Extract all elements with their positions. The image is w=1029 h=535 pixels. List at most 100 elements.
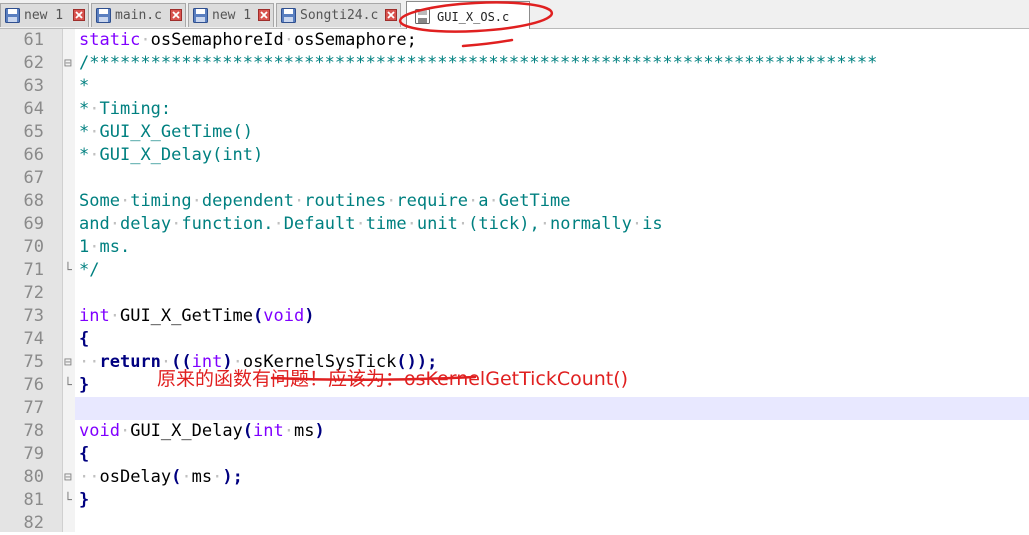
floppy-disk-icon <box>96 8 111 23</box>
comment-word: ms. <box>99 237 131 257</box>
param-type: int <box>253 421 284 441</box>
comment-word: (tick), <box>468 214 540 234</box>
param-name: ms <box>294 421 315 441</box>
tab-label: Songti24.c <box>300 8 379 23</box>
tab-label: GUI_X_OS.c <box>437 10 510 24</box>
floppy-disk-icon <box>193 8 208 23</box>
close-icon[interactable] <box>170 9 182 21</box>
line-number: 75 <box>23 352 44 372</box>
keyword: static <box>79 30 141 50</box>
line-number: 62 <box>23 53 44 73</box>
line-number: 69 <box>23 214 44 234</box>
line-number: 67 <box>23 168 44 188</box>
comment-word: GetTime <box>498 191 571 211</box>
close-icon[interactable] <box>73 9 85 21</box>
comment-word: a <box>478 191 489 211</box>
code-line-76: } <box>79 375 90 395</box>
comment-word: function. <box>181 214 274 234</box>
tab-main-c[interactable]: main.c <box>91 3 186 27</box>
comment-text: GUI_X_GetTime() <box>99 122 254 142</box>
line-number: 73 <box>23 306 44 326</box>
line-number: 81 <box>23 490 44 510</box>
comment-word: and <box>79 214 110 234</box>
comment-word: unit <box>416 214 458 234</box>
line-number: 63 <box>23 76 44 96</box>
line-number: 72 <box>23 283 44 303</box>
code-line-79: { <box>79 444 90 464</box>
code-line-71: */ <box>79 260 100 280</box>
comment-word: delay <box>119 214 172 234</box>
tab-songti24-c[interactable]: Songti24.c <box>276 3 401 27</box>
code-line-64: *·Timing: <box>79 99 172 119</box>
comment-word: Default <box>283 214 356 234</box>
argument: ms <box>191 467 213 487</box>
identifier: osSemaphore; <box>293 30 417 50</box>
current-line-highlight <box>75 397 1029 420</box>
comment-word: timing <box>130 191 192 211</box>
annotation-note: 原来的函数有问题！应该为：osKernelGetTickCount() <box>157 368 629 390</box>
comment-text: Timing: <box>99 99 172 119</box>
tab-label: new 1 <box>24 8 64 23</box>
comment-word: dependent <box>201 191 294 211</box>
tab-label: new 1 <box>212 8 252 23</box>
fold-end-icon: └ <box>64 263 72 278</box>
floppy-disk-icon <box>5 8 20 23</box>
line-number: 61 <box>23 30 44 50</box>
line-number: 77 <box>23 398 44 418</box>
function-name: GUI_X_GetTime <box>119 306 254 326</box>
code-line-68: Some·timing·dependent·routines·require·a… <box>79 191 571 211</box>
comment-word: time <box>365 214 407 234</box>
line-number: 74 <box>23 329 44 349</box>
code-line-80: ··osDelay(·ms·); <box>79 467 243 487</box>
line-number: 64 <box>23 99 44 119</box>
close-icon[interactable] <box>258 9 270 21</box>
line-number: 80 <box>23 467 44 487</box>
code-line-73: int·GUI_X_GetTime(void) <box>79 306 315 326</box>
code-line-74: { <box>79 329 90 349</box>
identifier: osSemaphoreId <box>150 30 284 50</box>
line-number: 79 <box>23 444 44 464</box>
type-keyword: void <box>79 421 120 441</box>
tab-new-1[interactable]: new 1 <box>0 3 89 27</box>
comment-text: GUI_X_Delay(int) <box>99 145 264 165</box>
fold-toggle-icon[interactable]: ⊟ <box>64 466 74 489</box>
line-number: 78 <box>23 421 44 441</box>
return-keyword: return <box>99 352 161 372</box>
type-keyword: int <box>79 306 110 326</box>
param-type: void <box>263 306 305 326</box>
code-line-70: 1·ms. <box>79 237 131 257</box>
comment-word: is <box>642 214 663 234</box>
fold-end-icon: └ <box>64 493 72 508</box>
code-line-65: *·GUI_X_GetTime() <box>79 122 254 142</box>
code-line-63: * <box>79 76 90 96</box>
comment-word: normally <box>550 214 632 234</box>
comment-word: Some <box>79 191 120 211</box>
function-name: GUI_X_Delay <box>130 421 243 441</box>
code-line-66: *·GUI_X_Delay(int) <box>79 145 264 165</box>
line-number: 65 <box>23 122 44 142</box>
code-line-78: void·GUI_X_Delay(int·ms) <box>79 421 325 441</box>
fold-toggle-icon[interactable]: ⊟ <box>64 351 74 374</box>
comment-word: 1 <box>79 237 90 257</box>
close-icon[interactable] <box>385 9 397 21</box>
code-line-62: /***************************************… <box>79 53 878 73</box>
function-call: osDelay <box>99 467 172 487</box>
line-number: 71 <box>23 260 44 280</box>
tab-gui-x-os-c[interactable]: GUI_X_OS.c <box>406 1 530 29</box>
line-number: 66 <box>23 145 44 165</box>
tab-label: main.c <box>115 8 162 23</box>
line-number: 76 <box>23 375 44 395</box>
fold-toggle-icon[interactable]: ⊟ <box>64 52 74 75</box>
comment-word: require <box>396 191 469 211</box>
tab-bar: new 1 main.c new 1 Songti24.c GUI_X_OS.c <box>0 0 1029 29</box>
code-line-61: static·osSemaphoreId·osSemaphore; <box>79 30 417 50</box>
line-number: 70 <box>23 237 44 257</box>
comment-word: routines <box>304 191 387 211</box>
floppy-disk-icon <box>415 9 430 24</box>
code-line-81: } <box>79 490 90 510</box>
fold-end-icon: └ <box>64 378 72 393</box>
tab-new-1-second[interactable]: new 1 <box>188 3 274 27</box>
code-editor[interactable]: 61 62 63 64 65 66 67 68 69 70 71 72 73 7… <box>0 29 1029 533</box>
code-line-69: and·delay·function.·Default·time·unit·(t… <box>79 214 663 234</box>
floppy-disk-icon <box>281 8 296 23</box>
